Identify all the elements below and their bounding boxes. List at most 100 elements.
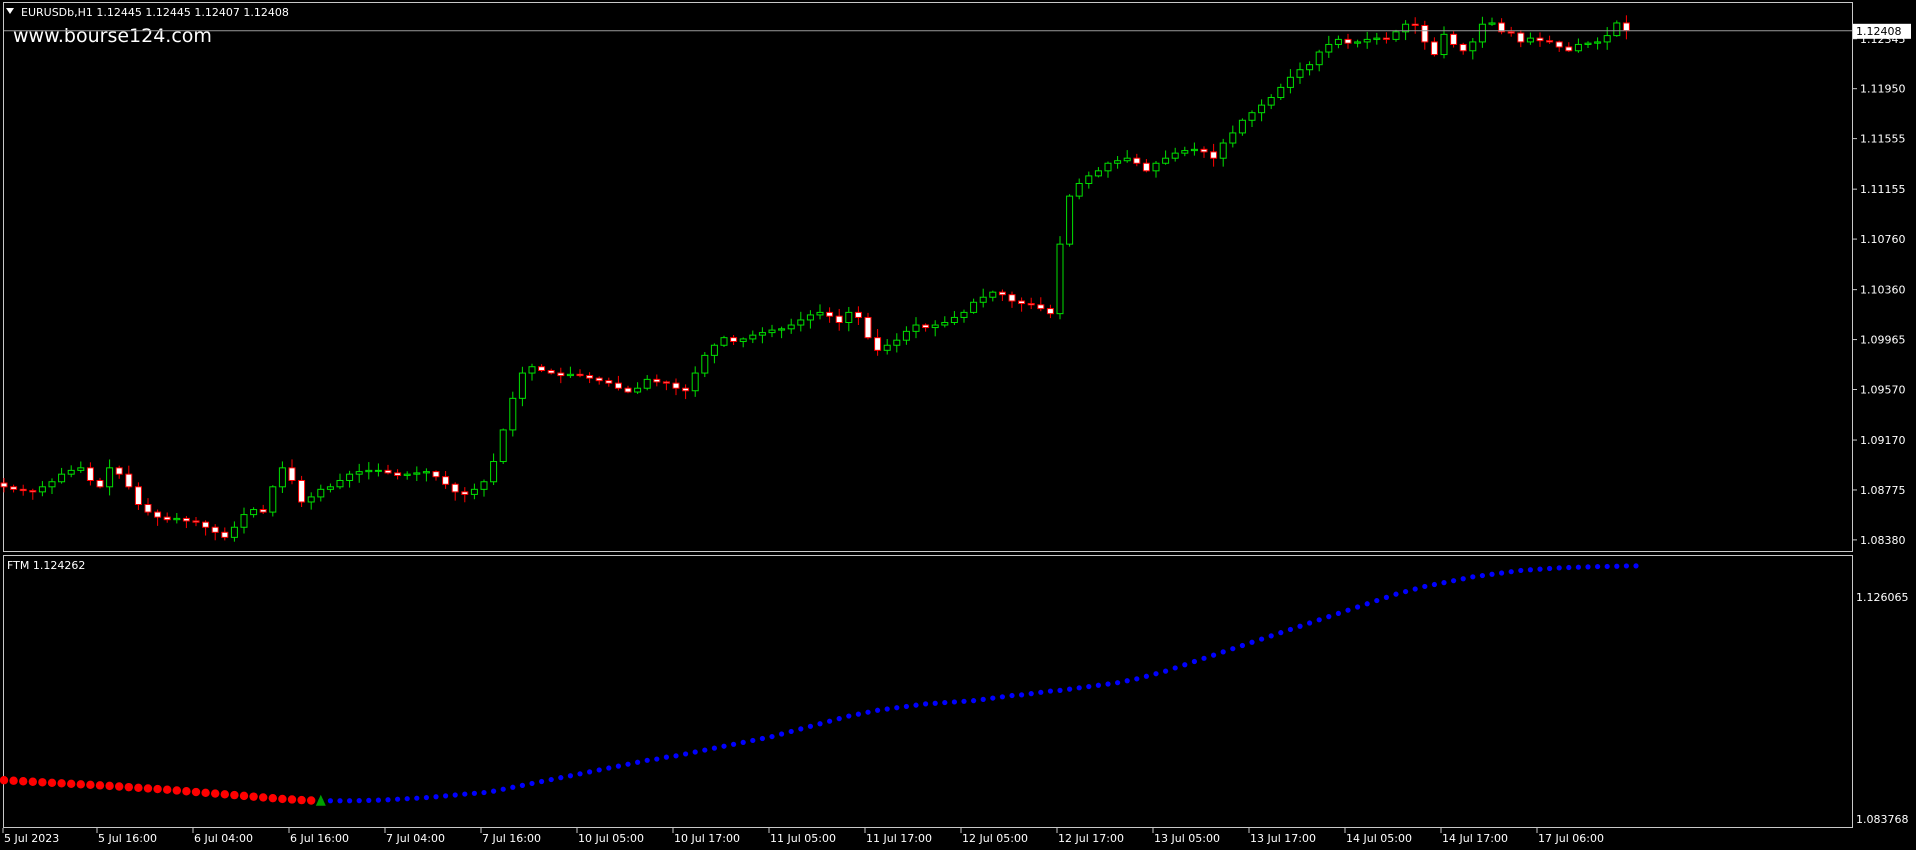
ftm-point-down <box>105 781 114 791</box>
candle-bull <box>1238 119 1246 134</box>
candle-bear <box>1200 148 1208 153</box>
ftm-point-up <box>1076 685 1082 691</box>
time-tick-label: 5 Jul 2023 <box>4 832 59 845</box>
ftm-point-up <box>375 797 381 803</box>
candle-bear <box>730 337 738 342</box>
ftm-point-up <box>1124 678 1130 684</box>
ftm-point-up <box>1412 586 1418 592</box>
candle-bear <box>115 467 123 475</box>
main-panel-header: EURUSDb,H1 1.12445 1.12445 1.12407 1.124… <box>21 6 289 19</box>
ftm-point-up <box>327 798 333 804</box>
ftm-point-down <box>182 787 191 796</box>
candle-bear <box>432 471 440 478</box>
time-tick-label: 12 Jul 05:00 <box>962 832 1028 845</box>
candle-bull <box>336 479 344 488</box>
candle-bull <box>701 354 709 374</box>
ftm-point-up <box>951 699 958 705</box>
candle-bull <box>845 311 853 323</box>
candle-bull <box>1392 31 1400 40</box>
ftm-point-up <box>1278 630 1284 636</box>
candle-bear <box>154 511 162 518</box>
ftm-point-up <box>750 737 756 744</box>
candle-bull <box>950 316 958 324</box>
ftm-point-down <box>172 786 181 795</box>
candle-bear <box>1344 38 1352 44</box>
candle-bear <box>854 311 862 318</box>
time-tick-label: 5 Jul 16:00 <box>98 832 157 845</box>
ftm-point-up <box>1028 691 1034 697</box>
candle-bear <box>1517 32 1525 43</box>
ftm-point-up <box>625 761 631 767</box>
candle-bull <box>893 339 901 346</box>
candle-bull <box>710 344 718 356</box>
candle-bull <box>566 373 574 377</box>
ftm-point-up <box>1556 565 1562 571</box>
time-tick-label: 11 Jul 17:00 <box>866 832 932 845</box>
ftm-point-up <box>443 793 449 799</box>
candle-bull <box>365 469 373 473</box>
candle-bull <box>797 319 805 326</box>
ftm-point-down <box>239 791 249 801</box>
ftm-point-up <box>1451 578 1457 584</box>
ftm-point-up <box>663 754 670 760</box>
candle-bear <box>442 476 450 485</box>
ftm-point-up <box>1086 683 1092 690</box>
candle-bull <box>902 330 910 341</box>
candle-bear <box>586 375 594 379</box>
candle-bull <box>1526 37 1534 43</box>
ftm-point-up <box>1403 588 1409 595</box>
ftm-point-up <box>827 718 833 724</box>
candle-bear <box>144 504 152 513</box>
candle-bull <box>768 329 776 334</box>
ftm-point-down <box>67 779 76 789</box>
ftm-point-up <box>769 733 775 740</box>
ftm-point-up <box>1038 689 1044 695</box>
ftm-point-up <box>510 784 516 790</box>
candle-bull <box>240 514 248 528</box>
ftm-point-up <box>711 745 718 751</box>
candle-bull <box>1152 162 1160 172</box>
ftm-point-up <box>1566 564 1572 571</box>
candle-bull <box>490 461 498 483</box>
ftm-point-up <box>414 795 420 801</box>
ftm-point-up <box>1633 563 1639 569</box>
candle-bear <box>1565 46 1573 52</box>
candle-bull <box>758 332 766 336</box>
ftm-point-up <box>529 780 535 787</box>
ftm-point-up <box>654 756 660 762</box>
candle-bear <box>605 380 613 384</box>
ftm-point-up <box>596 767 602 773</box>
candle-bull <box>1171 152 1179 159</box>
candle-bull <box>528 366 536 374</box>
price-tick-label: 1.10760 <box>1860 233 1906 246</box>
ftm-point-up <box>923 701 929 707</box>
ftm-point-up <box>356 798 362 804</box>
candle-bull <box>1373 37 1381 40</box>
time-tick-label: 11 Jul 05:00 <box>770 832 836 845</box>
trading-chart[interactable]: EURUSDb,H1 1.12445 1.12445 1.12407 1.124… <box>0 0 1916 850</box>
ftm-point-down <box>28 777 37 786</box>
ftm-point-down <box>230 790 239 800</box>
candle-bear <box>461 491 469 495</box>
candle-bull <box>480 481 488 490</box>
time-tick-label: 6 Jul 16:00 <box>290 832 349 845</box>
ftm-point-up <box>1057 687 1063 693</box>
ftm-point-up <box>366 797 372 803</box>
ftm-point-up <box>1374 597 1380 604</box>
ftm-point-up <box>1115 680 1121 686</box>
ftm-point-up <box>1335 610 1341 617</box>
candle-bull <box>1315 51 1323 66</box>
ftm-point-up <box>759 735 766 742</box>
candle-bull <box>1286 76 1294 88</box>
ftm-point-down <box>163 785 172 794</box>
ftm-point-up <box>635 759 641 765</box>
ftm-point-up <box>980 696 986 702</box>
candle-bear <box>1459 43 1467 52</box>
candle-bull <box>989 291 997 298</box>
ftm-point-up <box>347 798 353 804</box>
candle-bear <box>1450 33 1458 45</box>
ftm-point-down <box>201 788 210 797</box>
candle-bear <box>614 382 622 389</box>
ftm-point-up <box>961 698 967 704</box>
ftm-point-down <box>57 779 66 788</box>
